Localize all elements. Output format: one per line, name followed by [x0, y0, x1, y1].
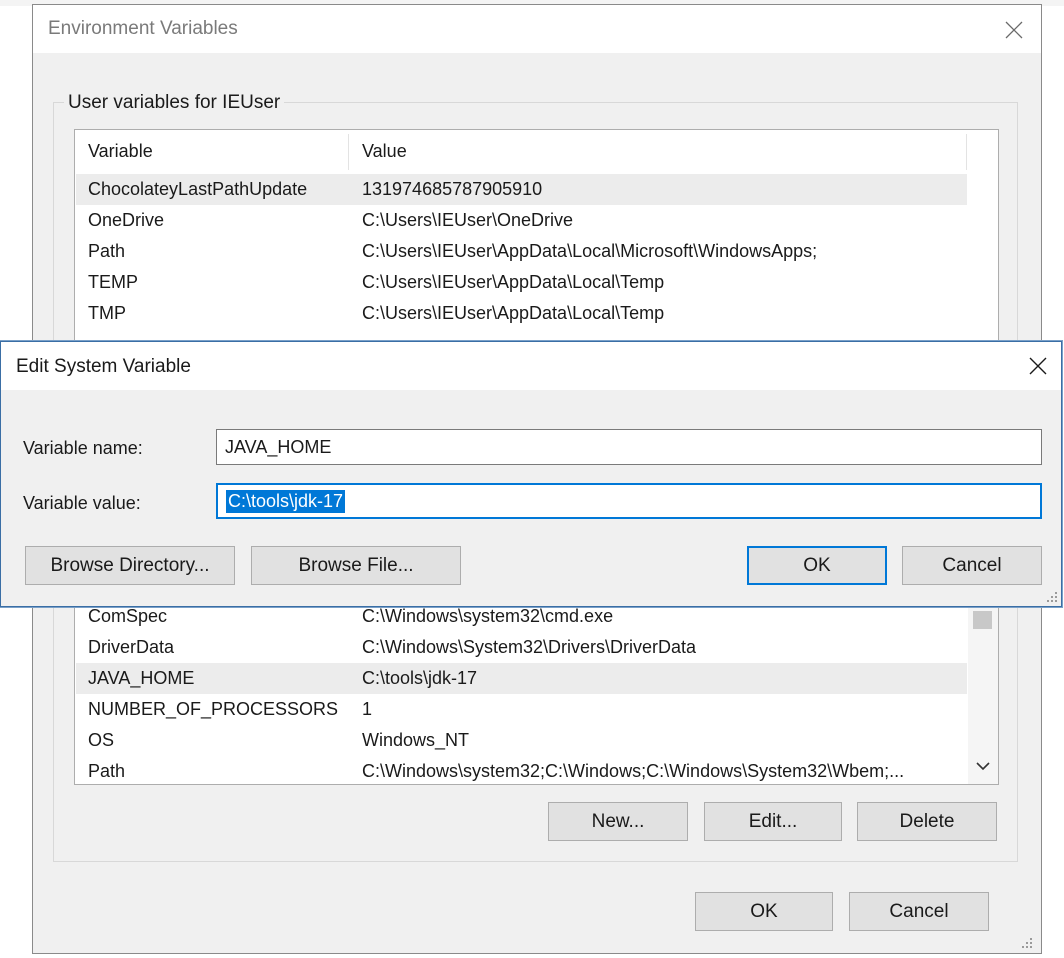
list-header: Variable Value [75, 130, 967, 174]
variable-value-cell: C:\Users\IEUser\AppData\Local\Microsoft\… [362, 241, 818, 261]
variable-value-cell: Windows_NT [362, 730, 470, 750]
variable-name-input[interactable]: JAVA_HOME [216, 429, 1042, 465]
variable-value-cell: C:\Users\IEUser\AppData\Local\Temp [362, 272, 665, 292]
edit-system-variable-dialog: Edit System Variable Variable name: JAVA… [0, 341, 1062, 607]
close-icon [1005, 21, 1023, 39]
delete-button[interactable]: Delete [857, 802, 997, 841]
variable-value-cell: C:\Windows\system32\cmd.exe [362, 606, 614, 626]
browse-file-button[interactable]: Browse File... [251, 546, 461, 585]
edit-close-button[interactable] [1015, 347, 1061, 385]
variable-name-cell: NUMBER_OF_PROCESSORS [88, 699, 339, 719]
table-row[interactable]: TEMP C:\Users\IEUser\AppData\Local\Temp [76, 267, 967, 298]
edit-dialog-title: Edit System Variable [16, 356, 191, 377]
table-row[interactable]: JAVA_HOME C:\tools\jdk-17 [76, 663, 967, 694]
new-button[interactable]: New... [548, 802, 688, 841]
scrollbar-thumb[interactable] [973, 611, 992, 629]
variable-name-cell: DriverData [88, 637, 175, 657]
table-row[interactable]: DriverData C:\Windows\System32\Drivers\Dr… [76, 632, 967, 663]
table-row[interactable]: OneDrive C:\Users\IEUser\OneDrive [76, 205, 967, 236]
variable-name-text: JAVA_HOME [225, 436, 332, 457]
user-variables-group-label: User variables for IEUser [64, 92, 285, 114]
variable-name-cell: OneDrive [88, 210, 165, 230]
variable-value-selected-text: C:\tools\jdk-17 [226, 489, 346, 513]
edit-ok-button[interactable]: OK [747, 546, 887, 585]
variable-value-input[interactable]: C:\tools\jdk-17 [216, 483, 1042, 519]
env-close-button[interactable] [991, 11, 1037, 49]
resize-grip-icon[interactable] [1022, 938, 1034, 950]
variable-name-cell: JAVA_HOME [88, 668, 195, 688]
edit-titlebar: Edit System Variable [1, 342, 1061, 390]
column-header-value[interactable]: Value [362, 141, 407, 162]
column-header-variable[interactable]: Variable [88, 141, 153, 162]
variable-value-cell: C:\Users\IEUser\AppData\Local\Temp [362, 303, 665, 323]
edit-cancel-button[interactable]: Cancel [902, 546, 1042, 585]
table-row[interactable]: OS Windows_NT [76, 725, 967, 756]
table-row[interactable]: ChocolateyLastPathUpdate 1319746857879059… [76, 174, 967, 205]
variable-name-cell: OS [88, 730, 115, 750]
variable-name-cell: ChocolateyLastPathUpdate [88, 179, 308, 199]
env-ok-button[interactable]: OK [695, 892, 833, 931]
browse-directory-button[interactable]: Browse Directory... [25, 546, 235, 585]
variable-name-cell: Path [88, 761, 126, 781]
variable-value-label: Variable value: [23, 493, 141, 513]
system-variables-list[interactable]: ComSpec C:\Windows\system32\cmd.exe Driver… [74, 590, 999, 785]
table-row[interactable]: TMP C:\Users\IEUser\AppData\Local\Temp [76, 298, 967, 329]
scroll-down-button[interactable] [973, 756, 992, 776]
close-icon [1029, 357, 1047, 375]
column-divider[interactable] [348, 134, 349, 170]
variable-name-cell: TMP [88, 303, 126, 323]
system-list-scrollbar[interactable] [968, 591, 998, 784]
user-variables-list[interactable]: Variable Value ChocolateyLastPathUpdate 1… [74, 129, 999, 349]
variable-value-cell: 1 [362, 699, 373, 719]
table-row[interactable]: Path C:\Windows\system32;C:\Windows;C:\Wi… [76, 756, 967, 784]
table-row[interactable]: NUMBER_OF_PROCESSORS 1 [76, 694, 967, 725]
variable-name-cell: Path [88, 241, 126, 261]
edit-button[interactable]: Edit... [704, 802, 842, 841]
env-window-title: Environment Variables [48, 18, 238, 39]
resize-grip-icon[interactable] [1047, 592, 1059, 604]
variable-name-cell: ComSpec [88, 606, 168, 626]
variable-value-cell: C:\tools\jdk-17 [362, 668, 478, 688]
variable-value-cell: 131974685787905910 [362, 179, 543, 199]
env-titlebar: Environment Variables [33, 5, 1041, 53]
table-row[interactable]: Path C:\Users\IEUser\AppData\Local\Micros… [76, 236, 967, 267]
column-divider[interactable] [966, 134, 967, 170]
variable-value-cell: C:\Users\IEUser\OneDrive [362, 210, 574, 230]
variable-name-label: Variable name: [23, 438, 143, 458]
variable-name-cell: TEMP [88, 272, 139, 292]
env-cancel-button[interactable]: Cancel [849, 892, 989, 931]
chevron-down-icon [975, 761, 990, 770]
variable-value-cell: C:\Windows\system32;C:\Windows;C:\Window… [362, 761, 905, 781]
variable-value-cell: C:\Windows\System32\Drivers\DriverData [362, 637, 697, 657]
